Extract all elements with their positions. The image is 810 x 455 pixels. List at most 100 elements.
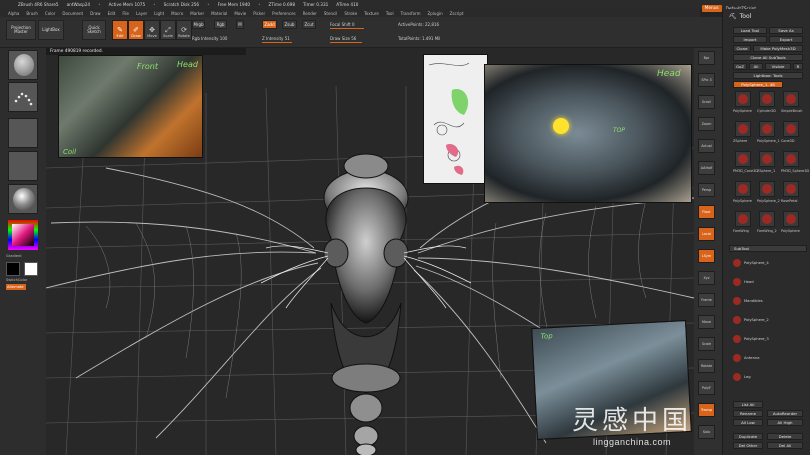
menu-render[interactable]: Render <box>303 11 317 16</box>
mrgb-button[interactable]: Mrgb <box>192 20 205 29</box>
secondary-color[interactable] <box>24 262 38 276</box>
texture-swatch[interactable] <box>8 151 38 181</box>
tray-floor-button[interactable]: Floor <box>698 205 715 219</box>
tool-thumbnail[interactable] <box>783 121 799 137</box>
current-tool-slider[interactable]: PolySphere_1. 48 <box>733 81 783 88</box>
menu-movie[interactable]: Movie <box>234 11 246 16</box>
zsub-button[interactable]: Zsub <box>282 20 297 29</box>
tray-spix-3-button[interactable]: SPix 3 <box>698 73 715 87</box>
menu-alpha[interactable]: Alpha <box>8 11 19 16</box>
menu-tool[interactable]: Tool <box>386 11 394 16</box>
tray-actual-button[interactable]: Actual <box>698 139 715 153</box>
clone-all-subtools-button[interactable]: Clone All SubTools <box>733 54 803 61</box>
gradient-label[interactable]: Gradient <box>6 254 40 258</box>
subtool-header[interactable]: SubTool <box>729 245 807 252</box>
reference-sketch[interactable] <box>423 54 488 184</box>
tool-thumbnail[interactable] <box>735 151 751 167</box>
tray-aahalf-button[interactable]: AAHalf <box>698 161 715 175</box>
tool-thumbnail[interactable] <box>735 211 751 227</box>
tool-thumbnail[interactable] <box>783 181 799 197</box>
menu-stencil[interactable]: Stencil <box>324 11 338 16</box>
menu-stroke[interactable]: Stroke <box>344 11 357 16</box>
all-low-button[interactable]: All Low <box>733 419 763 426</box>
menu-transform[interactable]: Transform <box>401 11 421 16</box>
tool-thumbnail[interactable] <box>759 91 775 107</box>
reference-image-head[interactable]: Head TOP <box>484 64 692 203</box>
menu-edit[interactable]: Edit <box>108 11 116 16</box>
make-polymesh-button[interactable]: Make PolyMesh3D <box>753 45 803 52</box>
delete-button[interactable]: Delete <box>767 433 803 440</box>
tray-lsym-button[interactable]: LSym <box>698 249 715 263</box>
tool-thumbnail[interactable] <box>783 211 799 227</box>
edit-button[interactable]: ✎ Edit <box>112 20 128 40</box>
export-button[interactable]: Export <box>769 36 803 43</box>
focal-shift-slider[interactable]: Focal Shift 0 <box>330 21 390 29</box>
scale-button[interactable]: ⤢ Scale <box>160 20 176 40</box>
subtool-item[interactable]: PolySphere_2 <box>733 314 803 326</box>
menu-light[interactable]: Light <box>154 11 164 16</box>
tray-transp-button[interactable]: Transp <box>698 403 715 417</box>
rgb-intensity-slider[interactable]: Rgb Intensity 100 <box>192 35 252 41</box>
menu-zscript[interactable]: Zscript <box>450 11 464 16</box>
rgb-button[interactable]: Rgb <box>214 20 227 29</box>
tray-persp-button[interactable]: Persp <box>698 183 715 197</box>
tray-local-button[interactable]: Local <box>698 227 715 241</box>
alternate-button[interactable]: Alternate <box>6 284 26 290</box>
material-swatch[interactable] <box>8 184 38 214</box>
all-high-button[interactable]: All High <box>767 419 803 426</box>
r-button[interactable]: R <box>793 63 803 70</box>
m-button[interactable]: M <box>236 20 244 29</box>
subtool-item[interactable]: PolySphere_3 <box>733 333 803 345</box>
tray-scroll-button[interactable]: Scroll <box>698 95 715 109</box>
rotate-button[interactable]: ⟳ Rotate <box>176 20 192 40</box>
menu-layer[interactable]: Layer <box>136 11 147 16</box>
list-all-button[interactable]: List All <box>733 401 763 408</box>
menu-draw[interactable]: Draw <box>90 11 100 16</box>
tray-xyz-button[interactable]: Xyz <box>698 271 715 285</box>
tool-thumbnail[interactable] <box>735 181 751 197</box>
menu-texture[interactable]: Texture <box>364 11 379 16</box>
draw-size-slider[interactable]: Draw Size 56 <box>330 35 390 43</box>
tool-thumbnail[interactable] <box>759 121 775 137</box>
menu-zplugin[interactable]: Zplugin <box>428 11 443 16</box>
menu-file[interactable]: File <box>122 11 129 16</box>
menu-marker[interactable]: Marker <box>190 11 204 16</box>
tool-thumbnail[interactable] <box>783 91 799 107</box>
subtool-item[interactable]: Mandibles <box>733 295 803 307</box>
primary-color[interactable] <box>6 262 20 276</box>
tray-frame-button[interactable]: Frame <box>698 293 715 307</box>
visible-button[interactable]: Visible <box>765 63 791 70</box>
tray-rotate-button[interactable]: Rotate <box>698 359 715 373</box>
clone-button[interactable]: Clone <box>733 45 751 52</box>
tray-move-button[interactable]: Move <box>698 315 715 329</box>
tool-thumbnail[interactable] <box>735 121 751 137</box>
subtool-item[interactable]: Antenna <box>733 352 803 364</box>
move-button[interactable]: ✥ Move <box>144 20 160 40</box>
menu-brush[interactable]: Brush <box>26 11 38 16</box>
menu-preferences[interactable]: Preferences <box>272 11 296 16</box>
draw-button[interactable]: ✐ Draw <box>128 20 144 40</box>
menu-material[interactable]: Material <box>211 11 227 16</box>
rename-button[interactable]: Rename <box>733 410 763 417</box>
lightbox-button[interactable]: LightBox <box>38 20 64 40</box>
tray-solo-button[interactable]: Solo <box>698 425 715 439</box>
zadd-button[interactable]: Zadd <box>262 20 277 29</box>
tool-thumbnail[interactable] <box>783 151 799 167</box>
lightbox-tools-button[interactable]: Lightbox› Tools <box>733 72 803 79</box>
tray-zoom-button[interactable]: Zoom <box>698 117 715 131</box>
tool-thumbnail[interactable] <box>735 91 751 107</box>
menu-picker[interactable]: Picker <box>253 11 265 16</box>
import-button[interactable]: Import <box>733 36 767 43</box>
del-all-button[interactable]: Del All <box>767 442 803 449</box>
zcut-button[interactable]: Zcut <box>302 20 316 29</box>
menu-macro[interactable]: Macro <box>171 11 183 16</box>
alpha-swatch[interactable] <box>8 118 38 148</box>
save-as-button[interactable]: Save As <box>769 27 803 34</box>
tool-thumbnail[interactable] <box>759 151 775 167</box>
menu-document[interactable]: Document <box>62 11 83 16</box>
projection-master-button[interactable]: Projection Master <box>6 20 36 40</box>
autoreorder-button[interactable]: AutoReorder <box>767 410 803 417</box>
tool-thumbnail[interactable] <box>759 211 775 227</box>
z-intensity-slider[interactable]: Z Intensity 51 <box>262 35 322 43</box>
tray-bpr-button[interactable]: Bpr <box>698 51 715 65</box>
